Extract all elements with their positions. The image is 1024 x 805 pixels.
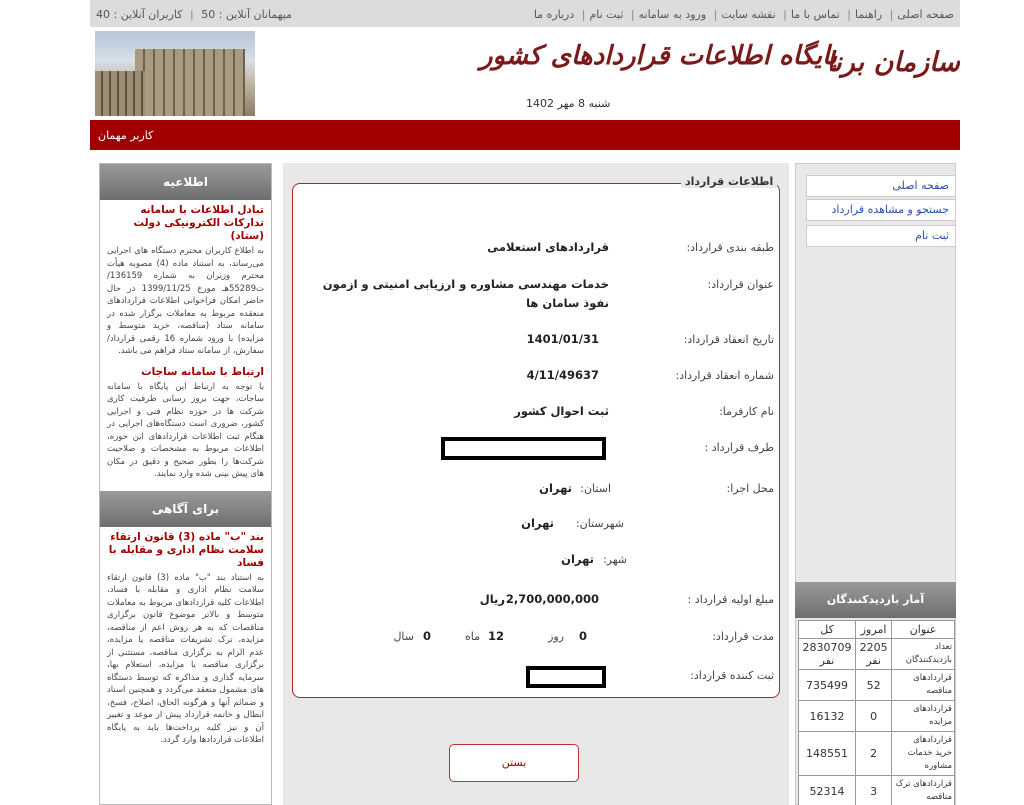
- table-header-row: عنوان امروز کل: [797, 620, 955, 639]
- duration-months-unit: ماه: [464, 630, 480, 643]
- nav-sitemap[interactable]: نقشه سایت: [721, 8, 775, 21]
- table-cell: 2205 نفر: [855, 638, 893, 670]
- site-header: پایگاه اطلاعات قراردادهای کشور شنبه 8 مه…: [90, 27, 960, 120]
- user-bar: کاربر مهمان: [90, 120, 960, 150]
- awareness-title: برای آگاهی: [100, 490, 271, 527]
- location-label: محل اجرا:: [726, 482, 774, 495]
- nav-login[interactable]: ورود به سامانه: [639, 8, 707, 21]
- organization-logo[interactable]: سازمان برنامه و بودجه: [830, 47, 960, 78]
- announcement-title[interactable]: تبادل اطلاعات با سامانه تدارکات الکترونی…: [107, 204, 265, 243]
- menu-item-search-contracts[interactable]: جستجو و مشاهده قرارداد: [806, 199, 956, 221]
- category-value: قراردادهای استعلامی: [487, 240, 609, 254]
- nav-register[interactable]: ثبت نام: [590, 8, 624, 21]
- table-cell: 0: [855, 700, 893, 732]
- column-header: امروز: [855, 620, 893, 639]
- table-cell: 52: [855, 669, 893, 701]
- duration-years: 0: [422, 629, 431, 643]
- menu-item-register[interactable]: ثبت نام: [806, 225, 956, 247]
- table-cell: 2830709 نفر: [797, 638, 857, 670]
- city-label: شهر:: [602, 553, 627, 566]
- nav-about[interactable]: درباره ما: [534, 8, 574, 21]
- table-row: تعداد بازدیدکنندگان 2205 نفر 2830709 نفر: [797, 638, 955, 670]
- city-value: تهران: [561, 552, 594, 566]
- amount-value: 2,700,000,000: [505, 592, 599, 606]
- nav-help[interactable]: راهنما: [855, 8, 882, 21]
- online-users: کاربران آنلاین : 40: [96, 8, 183, 21]
- announcement-body: با توجه به ارتباط این پایگاه با سامانه س…: [107, 381, 264, 480]
- title-label: عنوان قرارداد:: [707, 278, 774, 291]
- close-button[interactable]: بستن: [449, 744, 579, 782]
- table-cell: 16132: [797, 700, 857, 732]
- amount-label: مبلغ اولیه قرارداد :: [687, 593, 774, 606]
- date-label: تاریخ انعقاد قرارداد:: [683, 333, 774, 346]
- table-row: قراردادهای ترک مناقصه 3 52314: [797, 775, 955, 805]
- contract-info-legend: اطلاعات قرارداد: [681, 175, 778, 188]
- amount-unit: ریال: [479, 592, 505, 606]
- table-cell: قراردادهای مناقصه: [891, 669, 955, 701]
- nav-contact[interactable]: تماس با ما: [791, 8, 840, 21]
- county-value: تهران: [521, 516, 554, 530]
- duration-months: 12: [487, 629, 504, 643]
- registrar-redacted: [526, 666, 606, 688]
- title-value-line1: خدمات مهندسی مشاوره و ارزیابی امنیتی و ا…: [322, 277, 609, 291]
- building-photo: [95, 31, 255, 116]
- nav-home[interactable]: صفحه اصلی: [897, 8, 954, 21]
- announcements-title: اطلاعیه: [100, 164, 271, 200]
- duration-days-unit: روز: [548, 630, 564, 643]
- awareness-item-body: به استناد بند "ب" ماده (3) قانون ارتقاء …: [107, 572, 264, 746]
- province-label: استان:: [580, 482, 611, 495]
- visitor-stats-table: عنوان امروز کل تعداد بازدیدکنندگان 2205 …: [797, 620, 955, 805]
- number-label: شماره انعقاد قرارداد:: [675, 369, 775, 382]
- top-navigation: صفحه اصلی| راهنما| تماس با ما| نقشه سایت…: [533, 8, 954, 21]
- menu-item-home[interactable]: صفحه اصلی: [806, 175, 956, 197]
- online-counter: میهمانان آنلاین : 50 | کاربران آنلاین : …: [96, 8, 292, 21]
- table-row: قراردادهای مزایده 0 16132: [797, 700, 955, 732]
- announcement-list: تبادل اطلاعات با سامانه تدارکات الکترونی…: [100, 200, 271, 485]
- duration-years-unit: سال: [393, 630, 414, 643]
- county-label: شهرستان:: [575, 517, 624, 530]
- date-value: 1401/01/31: [526, 332, 599, 346]
- province-value: تهران: [539, 481, 572, 495]
- table-cell: 735499: [797, 669, 857, 701]
- employer-value: ثبت احوال کشور: [514, 404, 609, 418]
- duration-label: مدت قرارداد:: [712, 630, 774, 643]
- table-cell: 52314: [797, 775, 857, 805]
- column-header: کل: [797, 620, 857, 639]
- user-label: کاربر مهمان: [98, 129, 154, 142]
- registrar-label: ثبت کننده قرارداد:: [690, 669, 774, 682]
- title-value-line2: نفوذ سامان ها: [526, 296, 609, 310]
- announcement-body: به اطلاع کاربران محترم دستگاه های اجرایی…: [107, 246, 265, 356]
- current-date: شنبه 8 مهر 1402: [526, 97, 611, 110]
- employer-label: نام کارفرما:: [719, 405, 774, 418]
- table-cell: قراردادهای ترک مناقصه: [891, 775, 955, 805]
- duration-days: 0: [578, 629, 587, 643]
- online-guests: میهمانان آنلاین : 50: [201, 8, 292, 21]
- awareness-item-title[interactable]: بند "ب" ماده (3) قانون ارتقاء سلامت نظام…: [107, 531, 264, 570]
- number-value: 4/11/49637: [526, 368, 599, 382]
- category-label: طبقه بندی قرارداد:: [686, 241, 774, 254]
- table-row: قراردادهای مناقصه 52 735499: [797, 669, 955, 701]
- party-label: طرف قرارداد :: [704, 441, 774, 454]
- table-cell: 3: [855, 775, 893, 805]
- announcements-column: اطلاعیه تبادل اطلاعات با سامانه تدارکات …: [99, 163, 272, 805]
- announcement-title[interactable]: ارتباط با سامانه ساجات: [107, 366, 264, 379]
- table-cell: 148551: [797, 731, 857, 776]
- table-cell: 2: [855, 731, 893, 776]
- table-cell: تعداد بازدیدکنندگان: [891, 638, 955, 670]
- top-bar: صفحه اصلی| راهنما| تماس با ما| نقشه سایت…: [90, 0, 960, 27]
- table-cell: قراردادهای مزایده: [891, 700, 955, 732]
- site-logo[interactable]: پایگاه اطلاعات قراردادهای کشور: [480, 41, 837, 71]
- table-row: قراردادهای خرید خدمات مشاوره 2 148551: [797, 731, 955, 776]
- table-cell: قراردادهای خرید خدمات مشاوره: [891, 731, 955, 776]
- stats-title: آمار بازدیدکنندگان: [795, 582, 956, 618]
- column-header: عنوان: [891, 620, 955, 639]
- awareness-list: بند "ب" ماده (3) قانون ارتقاء سلامت نظام…: [100, 527, 271, 751]
- party-redacted: [441, 437, 606, 460]
